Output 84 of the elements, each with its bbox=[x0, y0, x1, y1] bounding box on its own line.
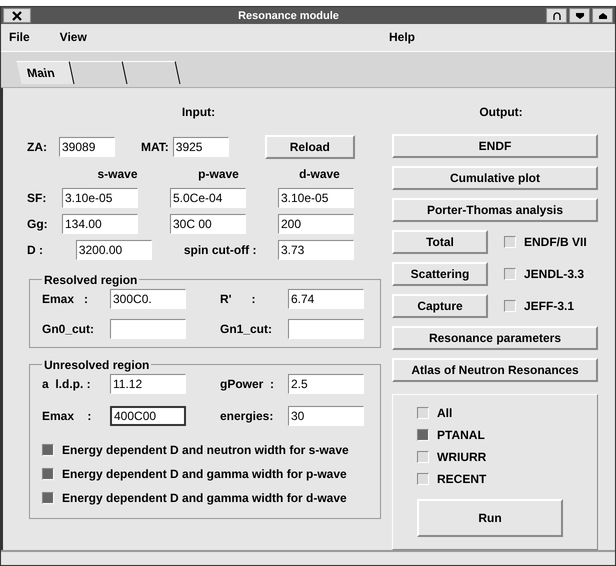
input-field[interactable] bbox=[110, 318, 186, 339]
tab[interactable] bbox=[122, 60, 180, 84]
up-icon bbox=[598, 10, 608, 21]
input-field[interactable]: 39089 bbox=[59, 136, 115, 157]
input-field[interactable]: 6.74 bbox=[288, 288, 364, 309]
reload-button[interactable]: Reload bbox=[264, 134, 355, 159]
column-heading: p-wave bbox=[197, 166, 240, 183]
field-label: Emax : bbox=[42, 408, 92, 423]
field-label: a l.d.p. : bbox=[42, 376, 92, 391]
action-button[interactable]: Scattering bbox=[392, 262, 488, 286]
field-label: ZA: bbox=[26, 140, 48, 154]
tab[interactable]: Main bbox=[16, 60, 74, 84]
input-field[interactable] bbox=[288, 318, 364, 339]
checkbox[interactable] bbox=[417, 472, 429, 485]
window-title: Resonance module bbox=[237, 10, 340, 22]
checkbox[interactable] bbox=[417, 428, 429, 441]
input-field[interactable]: 200 bbox=[278, 214, 354, 234]
checkbox-label: JENDL-3.3 bbox=[524, 266, 584, 281]
input-field[interactable]: 11.12 bbox=[110, 374, 186, 394]
input-field[interactable]: 300C0. bbox=[110, 288, 186, 309]
input-field[interactable]: 3.10e-05 bbox=[278, 188, 354, 208]
column-heading: s-wave bbox=[96, 166, 139, 183]
field-label: energies: bbox=[220, 408, 274, 423]
checkbox[interactable] bbox=[417, 450, 429, 463]
run-button[interactable]: Run bbox=[417, 498, 563, 537]
restore-button[interactable] bbox=[546, 8, 567, 24]
field-label: gPower : bbox=[220, 376, 276, 391]
field-label: MAT: bbox=[141, 140, 169, 154]
checkbox-label: Energy dependent D and gamma width for p-wave bbox=[62, 466, 347, 481]
section-heading: Output: bbox=[478, 104, 524, 121]
menu-item[interactable]: File bbox=[9, 30, 30, 44]
menu-item[interactable]: Help bbox=[383, 30, 607, 44]
checkbox-label: JEFF-3.1 bbox=[524, 298, 574, 313]
field-label: D : bbox=[26, 242, 44, 257]
checkbox-label: WRIURR bbox=[437, 450, 486, 464]
checkbox[interactable] bbox=[417, 406, 429, 419]
input-field[interactable]: 5.0Ce-04 bbox=[170, 188, 246, 208]
field-label: Emax : bbox=[42, 292, 90, 306]
checkbox[interactable] bbox=[504, 300, 516, 312]
field-label: SF: bbox=[26, 190, 48, 205]
checkbox[interactable] bbox=[504, 268, 516, 280]
action-button[interactable]: Capture bbox=[392, 294, 488, 318]
checkbox[interactable] bbox=[504, 236, 516, 248]
down-icon bbox=[574, 10, 584, 21]
input-field[interactable]: 3.73 bbox=[278, 240, 354, 260]
input-field[interactable]: 134.00 bbox=[62, 214, 138, 234]
checkbox-label: Energy dependent D and neutron width for s-wave bbox=[62, 442, 349, 457]
close-button[interactable] bbox=[3, 8, 31, 24]
minimize-button[interactable] bbox=[569, 8, 590, 24]
checkbox[interactable] bbox=[42, 468, 54, 480]
field-label: Gn1_cut: bbox=[220, 322, 274, 336]
input-field[interactable]: 3.10e-05 bbox=[62, 188, 138, 208]
menu-item[interactable]: View bbox=[60, 30, 87, 44]
action-button[interactable]: Porter-Thomas analysis bbox=[392, 198, 598, 222]
input-field[interactable]: 2.5 bbox=[288, 374, 364, 394]
input-field[interactable]: 3200.00 bbox=[76, 240, 152, 260]
action-button[interactable]: Resonance parameters bbox=[392, 326, 598, 350]
tab[interactable] bbox=[70, 60, 128, 84]
field-label: Gn0_cut: bbox=[42, 322, 96, 336]
checkbox-label: Energy dependent D and gamma width for d-wave bbox=[62, 490, 347, 505]
section-heading: Input: bbox=[180, 104, 216, 121]
action-button[interactable]: Cumulative plot bbox=[392, 166, 598, 190]
arc-icon bbox=[552, 10, 562, 21]
checkbox[interactable] bbox=[42, 444, 54, 456]
input-field[interactable]: 3925 bbox=[172, 136, 229, 157]
input-field[interactable]: 30C 00 bbox=[170, 214, 246, 234]
field-label: spin cut-off : bbox=[184, 242, 258, 257]
group-title: Unresolved region bbox=[43, 358, 150, 372]
group-title: Resolved region bbox=[43, 272, 138, 287]
checkbox-label: All bbox=[437, 406, 452, 420]
checkbox-label: RECENT bbox=[437, 472, 486, 486]
column-heading: d-wave bbox=[298, 166, 341, 183]
close-icon bbox=[12, 10, 22, 21]
action-button[interactable]: ENDF bbox=[392, 134, 598, 158]
action-button[interactable]: Atlas of Neutron Resonances bbox=[392, 358, 598, 382]
field-label: R' : bbox=[220, 292, 257, 306]
input-field[interactable]: 400C00 bbox=[110, 406, 186, 426]
field-label: Gg: bbox=[26, 216, 49, 231]
action-button[interactable]: Total bbox=[392, 230, 488, 254]
checkbox-label: PTANAL bbox=[437, 428, 485, 442]
maximize-button[interactable] bbox=[592, 8, 613, 24]
input-field[interactable]: 30 bbox=[288, 406, 364, 426]
checkbox-label: ENDF/B VII bbox=[524, 234, 587, 249]
checkbox[interactable] bbox=[42, 492, 54, 504]
